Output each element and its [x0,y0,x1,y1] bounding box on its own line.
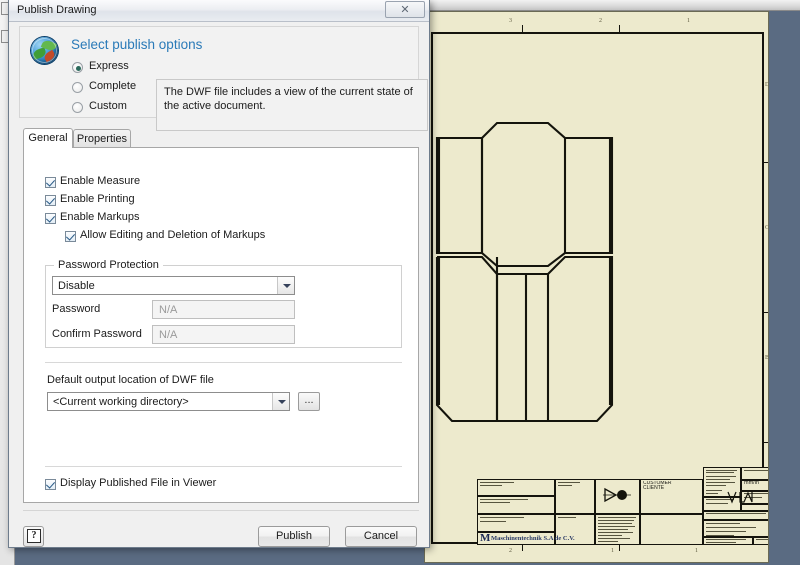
description-text: The DWF file includes a view of the curr… [164,86,413,113]
output-location-value: <Current working directory> [53,396,189,408]
drawing-title-block: mm/in CUSTOMER CLIENTE M Maschinentechni… [477,467,768,545]
tab-general[interactable]: General [23,128,73,148]
title-block-customer-label: CUSTOMER CLIENTE [643,481,672,492]
help-icon: ? [27,529,41,543]
checkbox-box[interactable] [65,231,76,242]
checkbox-box[interactable] [45,195,56,206]
drawing-sheet: 3 2 1 2 1 1 D C B A [425,12,768,562]
publish-button[interactable]: Publish [258,526,330,547]
password-protection-group: Password Protection Disable Password N/A… [45,259,402,348]
checkbox-box[interactable] [45,479,56,490]
title-block-cell [640,514,703,545]
checkbox-label: Enable Printing [60,193,135,205]
checkbox-label: Display Published File in Viewer [60,477,217,489]
checkbox-box[interactable] [45,213,56,224]
close-button[interactable]: ✕ [385,1,425,18]
radio-label-express: Express [89,60,129,72]
close-icon: ✕ [400,4,410,16]
output-location-label: Default output location of DWF file [47,374,214,386]
chevron-down-icon[interactable] [277,277,294,294]
surface-finish-symbol-icon [727,491,753,504]
tab-properties[interactable]: Properties [73,129,131,147]
radio-label-custom: Custom [89,100,127,112]
dialog-body: Select publish options Express Complete … [9,22,429,547]
title-block-cell [741,504,768,511]
password-placeholder: N/A [159,304,178,316]
globe-icon [31,37,58,64]
description-box: The DWF file includes a view of the curr… [156,79,428,131]
footer-divider [23,510,419,511]
checkbox-label: Enable Markups [60,211,140,223]
company-name: Maschinentechnik S.A de C.V. [491,535,575,542]
cad-drawing-canvas[interactable]: 3 2 1 2 1 1 D C B A [424,11,769,563]
password-label: Password [52,303,101,315]
radio-button-complete[interactable] [72,82,83,93]
confirm-password-label: Confirm Password [52,328,142,340]
confirm-password-placeholder: N/A [159,329,178,341]
radio-label-complete: Complete [89,80,137,92]
title-block-cell [741,467,768,480]
checkbox-box[interactable] [45,177,56,188]
section-divider [45,362,402,363]
cancel-button[interactable]: Cancel [345,526,417,547]
checkbox-label: Allow Editing and Deletion of Markups [80,229,266,241]
tab-strip: General Properties [23,128,419,148]
company-logo-icon: M [480,532,491,544]
publish-options-header: Select publish options Express Complete … [19,26,428,131]
publish-drawing-dialog: Publish Drawing ✕ Select publish options [8,0,430,548]
header-heading: Select publish options [71,37,203,52]
help-button[interactable]: ? [23,526,44,547]
section-divider [45,466,402,467]
dialog-title: Publish Drawing [17,4,97,16]
screen: 3 2 1 2 1 1 D C B A [0,0,800,565]
general-tab-panel: Enable Measure Enable Printing Enable Ma… [23,147,419,503]
projection-symbol-icon [603,487,631,503]
password-mode-combobox[interactable]: Disable [52,276,295,295]
chevron-down-icon[interactable] [272,393,289,410]
browse-button[interactable]: ... [298,392,320,411]
output-location-combobox[interactable]: <Current working directory> [47,392,290,411]
password-mode-value: Disable [58,280,95,292]
dialog-titlebar[interactable]: Publish Drawing ✕ [9,0,429,22]
password-input[interactable]: N/A [152,300,295,319]
confirm-password-input[interactable]: N/A [152,325,295,344]
radio-button-custom[interactable] [72,102,83,113]
title-block-units: mm/in [744,481,759,486]
checkbox-label: Enable Measure [60,175,141,187]
group-title: Password Protection [54,259,163,271]
radio-button-express[interactable] [72,62,83,73]
